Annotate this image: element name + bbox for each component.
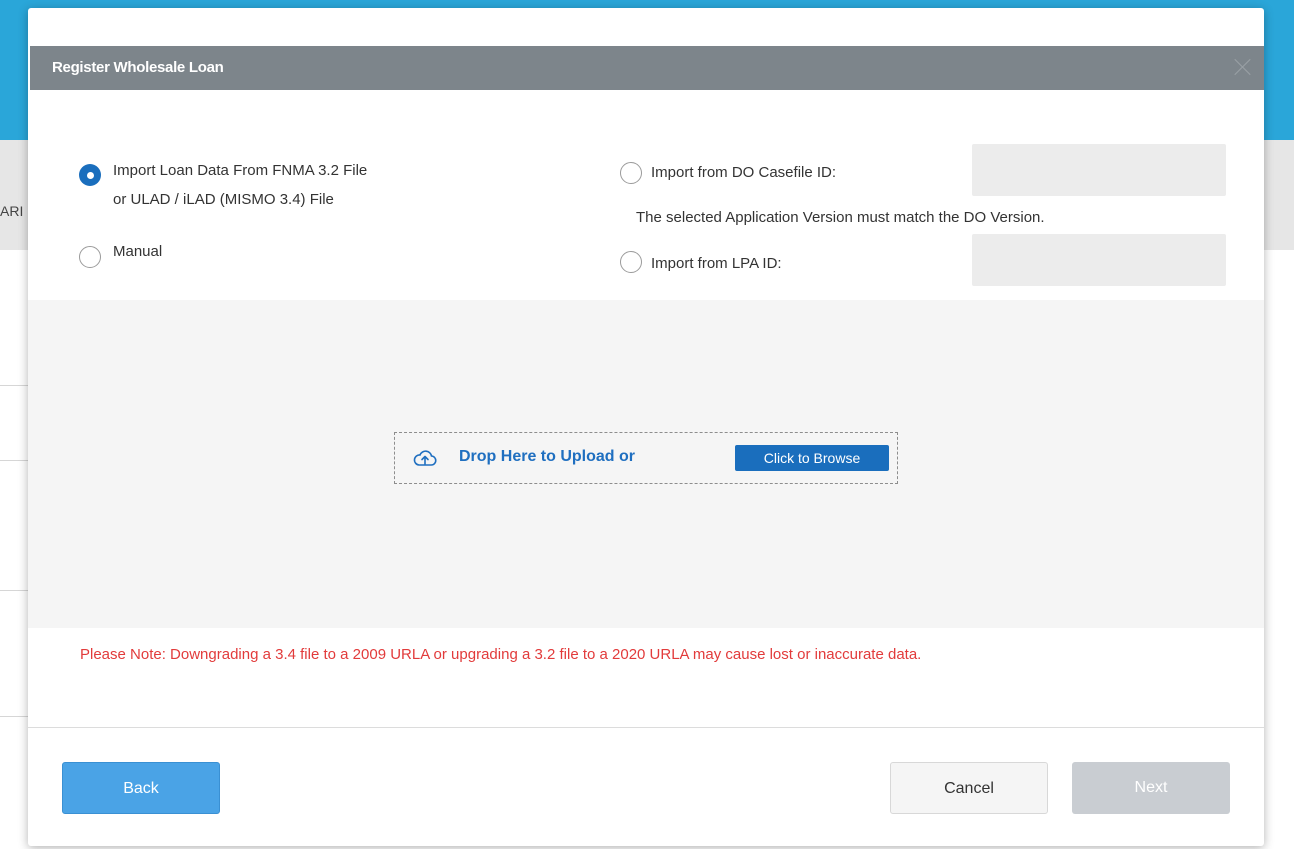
background-divider — [0, 460, 30, 461]
register-wholesale-loan-modal: Register Wholesale Loan Import Loan Data… — [28, 8, 1264, 846]
back-button[interactable]: Back — [62, 762, 220, 814]
background-divider — [0, 716, 30, 717]
radio-import-fnma[interactable] — [79, 164, 101, 186]
lpa-label: Import from LPA ID: — [651, 255, 782, 272]
upload-area: Drop Here to Upload or Click to Browse — [28, 300, 1264, 628]
import-fnma-label-line2: or ULAD / iLAD (MISMO 3.4) File — [113, 191, 334, 208]
file-drop-zone[interactable]: Drop Here to Upload or Click to Browse — [394, 432, 898, 484]
browse-button[interactable]: Click to Browse — [735, 445, 889, 471]
modal-header: Register Wholesale Loan — [30, 46, 1264, 90]
drop-text: Drop Here to Upload or — [459, 448, 636, 465]
radio-lpa[interactable] — [620, 251, 642, 273]
radio-do-casefile[interactable] — [620, 162, 642, 184]
modal-title: Register Wholesale Loan — [52, 59, 224, 76]
next-button[interactable]: Next — [1072, 762, 1230, 814]
do-casefile-label: Import from DO Casefile ID: — [651, 164, 837, 181]
do-casefile-input[interactable] — [972, 144, 1226, 196]
cancel-button[interactable]: Cancel — [890, 762, 1048, 814]
import-fnma-label-line1: Import Loan Data From FNMA 3.2 File — [113, 162, 368, 179]
footer-divider — [28, 727, 1264, 728]
close-icon[interactable] — [1232, 56, 1254, 78]
lpa-id-input[interactable] — [972, 234, 1226, 286]
background-text-fragment: ARI — [0, 203, 24, 219]
cloud-upload-icon — [413, 450, 437, 466]
radio-manual[interactable] — [79, 246, 101, 268]
do-version-note: The selected Application Version must ma… — [636, 209, 1045, 226]
background-divider — [0, 385, 30, 386]
downgrade-warning-note: Please Note: Downgrading a 3.4 file to a… — [80, 646, 922, 663]
manual-label: Manual — [113, 243, 163, 260]
background-divider — [0, 590, 30, 591]
